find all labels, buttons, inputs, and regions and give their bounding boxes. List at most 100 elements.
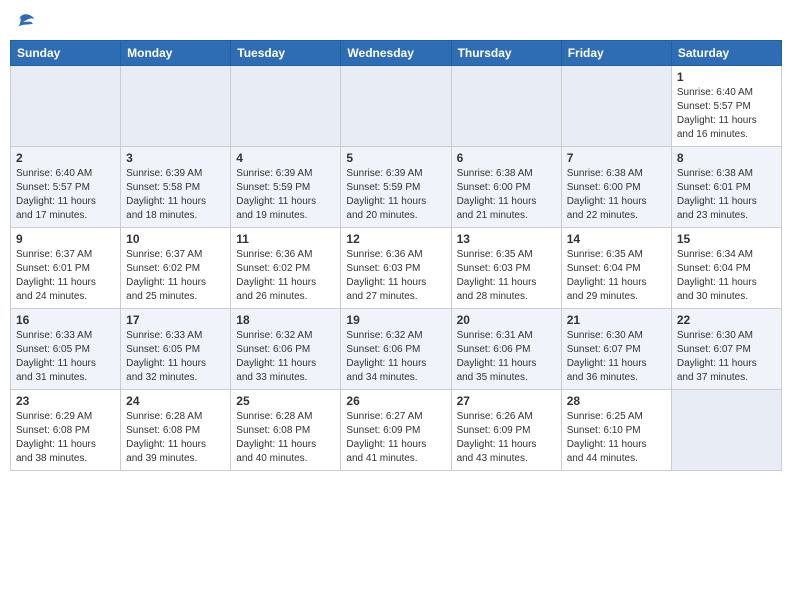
- calendar-cell: 12Sunrise: 6:36 AM Sunset: 6:03 PM Dayli…: [341, 228, 451, 309]
- weekday-header-sunday: Sunday: [11, 41, 121, 66]
- day-number: 15: [677, 232, 776, 246]
- day-number: 13: [457, 232, 556, 246]
- day-number: 5: [346, 151, 445, 165]
- calendar-cell: 10 Sunrise: 6:37 AM Sunset: 6:02 PM Dayli…: [121, 228, 231, 309]
- calendar-week-3: 9 Sunrise: 6:37 AM Sunset: 6:01 PM Daylig…: [11, 228, 782, 309]
- weekday-header-tuesday: Tuesday: [231, 41, 341, 66]
- weekday-header-friday: Friday: [561, 41, 671, 66]
- day-number: 6: [457, 151, 556, 165]
- calendar-cell: 14 Sunrise: 6:35 AM Sunset: 6:04 PM Dayli…: [561, 228, 671, 309]
- day-info: Sunrise: 6:32 AM Sunset: 6:06 PM Dayligh…: [346, 329, 445, 385]
- calendar-cell: 21Sunrise: 6:30 AM Sunset: 6:07 PM Dayli…: [561, 309, 671, 390]
- calendar-cell: 18 Sunrise: 6:32 AM Sunset: 6:06 PM Dayli…: [231, 309, 341, 390]
- day-info: Sunrise: 6:34 AM Sunset: 6:04 PM Dayligh…: [677, 248, 776, 304]
- calendar-cell: 15 Sunrise: 6:34 AM Sunset: 6:04 PM Dayli…: [671, 228, 781, 309]
- day-number: 7: [567, 151, 666, 165]
- weekday-header-row: SundayMondayTuesdayWednesdayThursdayFrid…: [11, 41, 782, 66]
- weekday-header-wednesday: Wednesday: [341, 41, 451, 66]
- calendar-cell: 22 Sunrise: 6:30 AM Sunset: 6:07 PM Dayli…: [671, 309, 781, 390]
- calendar-cell: 13 Sunrise: 6:35 AM Sunset: 6:03 PM Dayli…: [451, 228, 561, 309]
- day-info: Sunrise: 6:35 AM Sunset: 6:03 PM Dayligh…: [457, 248, 556, 304]
- calendar-cell: 1 Sunrise: 6:40 AM Sunset: 5:57 PM Daylig…: [671, 66, 781, 147]
- calendar-cell: [231, 66, 341, 147]
- day-number: 22: [677, 313, 776, 327]
- calendar-cell: [341, 66, 451, 147]
- calendar-cell: 24Sunrise: 6:28 AM Sunset: 6:08 PM Dayli…: [121, 390, 231, 471]
- day-info: Sunrise: 6:28 AM Sunset: 6:08 PM Dayligh…: [126, 410, 225, 466]
- calendar-cell: 23Sunrise: 6:29 AM Sunset: 6:08 PM Dayli…: [11, 390, 121, 471]
- day-info: Sunrise: 6:28 AM Sunset: 6:08 PM Dayligh…: [236, 410, 335, 466]
- day-number: 17: [126, 313, 225, 327]
- day-info: Sunrise: 6:36 AM Sunset: 6:02 PM Dayligh…: [236, 248, 335, 304]
- day-number: 1: [677, 70, 776, 84]
- calendar-cell: 25 Sunrise: 6:28 AM Sunset: 6:08 PM Dayli…: [231, 390, 341, 471]
- logo-bird-icon: [12, 10, 36, 34]
- day-number: 26: [346, 394, 445, 408]
- calendar-cell: 20 Sunrise: 6:31 AM Sunset: 6:06 PM Dayli…: [451, 309, 561, 390]
- day-info: Sunrise: 6:37 AM Sunset: 6:01 PM Dayligh…: [16, 248, 115, 304]
- header: [10, 10, 782, 34]
- day-number: 9: [16, 232, 115, 246]
- day-number: 12: [346, 232, 445, 246]
- day-info: Sunrise: 6:33 AM Sunset: 6:05 PM Dayligh…: [126, 329, 225, 385]
- calendar-cell: [121, 66, 231, 147]
- day-number: 16: [16, 313, 115, 327]
- calendar-week-1: 1 Sunrise: 6:40 AM Sunset: 5:57 PM Daylig…: [11, 66, 782, 147]
- day-info: Sunrise: 6:39 AM Sunset: 5:59 PM Dayligh…: [346, 167, 445, 223]
- day-number: 11: [236, 232, 335, 246]
- day-number: 8: [677, 151, 776, 165]
- day-info: Sunrise: 6:27 AM Sunset: 6:09 PM Dayligh…: [346, 410, 445, 466]
- day-info: Sunrise: 6:30 AM Sunset: 6:07 PM Dayligh…: [567, 329, 666, 385]
- calendar-cell: 28 Sunrise: 6:25 AM Sunset: 6:10 PM Dayli…: [561, 390, 671, 471]
- day-info: Sunrise: 6:31 AM Sunset: 6:06 PM Dayligh…: [457, 329, 556, 385]
- day-info: Sunrise: 6:26 AM Sunset: 6:09 PM Dayligh…: [457, 410, 556, 466]
- day-info: Sunrise: 6:40 AM Sunset: 5:57 PM Dayligh…: [16, 167, 115, 223]
- calendar-cell: 27Sunrise: 6:26 AM Sunset: 6:09 PM Dayli…: [451, 390, 561, 471]
- day-number: 20: [457, 313, 556, 327]
- logo: [10, 10, 36, 34]
- day-info: Sunrise: 6:29 AM Sunset: 6:08 PM Dayligh…: [16, 410, 115, 466]
- day-number: 14: [567, 232, 666, 246]
- weekday-header-saturday: Saturday: [671, 41, 781, 66]
- calendar-cell: 26 Sunrise: 6:27 AM Sunset: 6:09 PM Dayli…: [341, 390, 451, 471]
- calendar-week-2: 2 Sunrise: 6:40 AM Sunset: 5:57 PM Daylig…: [11, 147, 782, 228]
- day-number: 4: [236, 151, 335, 165]
- calendar-cell: 19Sunrise: 6:32 AM Sunset: 6:06 PM Dayli…: [341, 309, 451, 390]
- day-info: Sunrise: 6:32 AM Sunset: 6:06 PM Dayligh…: [236, 329, 335, 385]
- calendar-table: SundayMondayTuesdayWednesdayThursdayFrid…: [10, 40, 782, 471]
- day-info: Sunrise: 6:25 AM Sunset: 6:10 PM Dayligh…: [567, 410, 666, 466]
- day-number: 3: [126, 151, 225, 165]
- weekday-header-monday: Monday: [121, 41, 231, 66]
- day-info: Sunrise: 6:33 AM Sunset: 6:05 PM Dayligh…: [16, 329, 115, 385]
- day-number: 25: [236, 394, 335, 408]
- day-number: 2: [16, 151, 115, 165]
- calendar-cell: 9 Sunrise: 6:37 AM Sunset: 6:01 PM Daylig…: [11, 228, 121, 309]
- calendar-cell: 8 Sunrise: 6:38 AM Sunset: 6:01 PM Daylig…: [671, 147, 781, 228]
- calendar-cell: 16 Sunrise: 6:33 AM Sunset: 6:05 PM Dayli…: [11, 309, 121, 390]
- calendar-cell: [451, 66, 561, 147]
- calendar-cell: 3 Sunrise: 6:39 AM Sunset: 5:58 PM Daylig…: [121, 147, 231, 228]
- day-info: Sunrise: 6:39 AM Sunset: 5:59 PM Dayligh…: [236, 167, 335, 223]
- calendar-cell: 11 Sunrise: 6:36 AM Sunset: 6:02 PM Dayli…: [231, 228, 341, 309]
- day-info: Sunrise: 6:39 AM Sunset: 5:58 PM Dayligh…: [126, 167, 225, 223]
- day-info: Sunrise: 6:40 AM Sunset: 5:57 PM Dayligh…: [677, 86, 776, 142]
- calendar-cell: 4 Sunrise: 6:39 AM Sunset: 5:59 PM Daylig…: [231, 147, 341, 228]
- calendar-cell: [671, 390, 781, 471]
- day-number: 28: [567, 394, 666, 408]
- day-info: Sunrise: 6:35 AM Sunset: 6:04 PM Dayligh…: [567, 248, 666, 304]
- day-number: 10: [126, 232, 225, 246]
- day-info: Sunrise: 6:37 AM Sunset: 6:02 PM Dayligh…: [126, 248, 225, 304]
- day-info: Sunrise: 6:38 AM Sunset: 6:01 PM Dayligh…: [677, 167, 776, 223]
- calendar-cell: [561, 66, 671, 147]
- day-info: Sunrise: 6:38 AM Sunset: 6:00 PM Dayligh…: [457, 167, 556, 223]
- calendar-cell: 17 Sunrise: 6:33 AM Sunset: 6:05 PM Dayli…: [121, 309, 231, 390]
- calendar-cell: 2 Sunrise: 6:40 AM Sunset: 5:57 PM Daylig…: [11, 147, 121, 228]
- calendar-week-4: 16 Sunrise: 6:33 AM Sunset: 6:05 PM Dayli…: [11, 309, 782, 390]
- calendar-cell: 5 Sunrise: 6:39 AM Sunset: 5:59 PM Daylig…: [341, 147, 451, 228]
- day-info: Sunrise: 6:30 AM Sunset: 6:07 PM Dayligh…: [677, 329, 776, 385]
- day-number: 18: [236, 313, 335, 327]
- calendar-cell: 6 Sunrise: 6:38 AM Sunset: 6:00 PM Daylig…: [451, 147, 561, 228]
- weekday-header-thursday: Thursday: [451, 41, 561, 66]
- calendar-cell: 7Sunrise: 6:38 AM Sunset: 6:00 PM Daylig…: [561, 147, 671, 228]
- calendar-week-5: 23Sunrise: 6:29 AM Sunset: 6:08 PM Dayli…: [11, 390, 782, 471]
